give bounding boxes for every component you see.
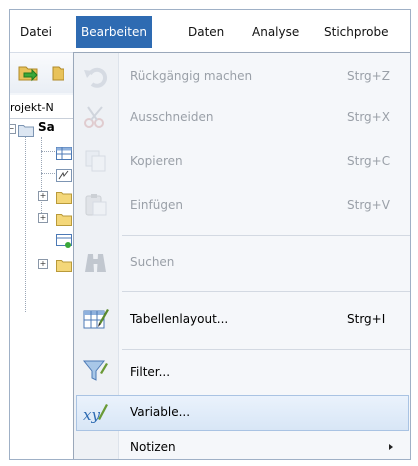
filter-icon (82, 359, 110, 383)
menu-stichprobe[interactable]: Stichprobe (319, 16, 394, 48)
tree-expand-toggle[interactable]: + (38, 191, 48, 201)
menu-item-notes[interactable]: Notizen (74, 434, 410, 459)
menu-analyse[interactable]: Analyse (247, 16, 304, 48)
menu-item-paste[interactable]: Einfügen Strg+V (74, 183, 410, 227)
menu-item-undo[interactable]: Rückgängig machen Strg+Z (74, 57, 410, 95)
tree-expand-toggle[interactable]: + (38, 259, 48, 269)
dataset-icon (56, 234, 72, 248)
copy-icon (82, 149, 110, 173)
menu-datei[interactable]: Datei (15, 16, 57, 48)
edit-menu-dropdown: Rückgängig machen Strg+Z Ausschneiden St… (73, 52, 410, 459)
table-layout-icon (82, 307, 110, 331)
tree-guide (41, 173, 55, 174)
hover-highlight (76, 395, 409, 431)
folder-icon (56, 211, 72, 226)
scissors-icon (82, 105, 110, 129)
submenu-arrow-icon (389, 444, 393, 450)
svg-text:xy: xy (83, 406, 100, 424)
menu-separator (122, 235, 410, 236)
menu-separator (122, 291, 410, 292)
menu-bar: Datei Bearbeiten Daten Analyse Stichprob… (10, 10, 410, 53)
panel-divider (10, 118, 74, 119)
tree-guide (25, 137, 26, 312)
project-tree-panel: rojekt-N − Sa + (10, 95, 74, 459)
folder-icon (52, 66, 65, 81)
menu-separator (122, 349, 410, 350)
project-panel-title: rojekt-N (10, 101, 54, 114)
menu-item-table-layout[interactable]: Tabellenlayout... Strg+I (74, 295, 410, 343)
tree-expand-toggle[interactable]: + (38, 213, 48, 223)
folder-icon (56, 189, 72, 204)
menu-item-filter[interactable]: Filter... (74, 353, 410, 393)
menu-item-cut[interactable]: Ausschneiden Strg+X (74, 95, 410, 139)
paste-icon (82, 193, 110, 217)
tree-root-label[interactable]: Sa (38, 120, 55, 134)
undo-icon (82, 64, 110, 88)
table-icon (56, 147, 72, 160)
menu-item-variable[interactable]: xy Variable... (74, 393, 410, 433)
menu-item-search[interactable]: Suchen (74, 239, 410, 285)
toolbar-button-2[interactable] (52, 62, 65, 82)
open-project-button[interactable] (18, 62, 40, 82)
tree-node-report[interactable] (56, 167, 72, 186)
tree-node-table[interactable] (56, 145, 72, 164)
tree-node-dataset[interactable] (56, 233, 72, 252)
tree-collapse-toggle[interactable]: − (10, 124, 16, 134)
folder-icon (56, 257, 72, 272)
tree-guide (41, 151, 55, 152)
menu-bearbeiten[interactable]: Bearbeiten (76, 16, 152, 48)
open-folder-icon (18, 66, 38, 82)
menu-item-copy[interactable]: Kopieren Strg+C (74, 139, 410, 183)
tree-guide (41, 137, 42, 217)
document-icon (56, 169, 72, 182)
application-window: Datei Bearbeiten Daten Analyse Stichprob… (9, 9, 411, 460)
menu-daten[interactable]: Daten (183, 16, 229, 48)
folder-icon (18, 122, 34, 137)
binoculars-icon (82, 250, 110, 274)
variable-icon: xy (82, 401, 110, 425)
